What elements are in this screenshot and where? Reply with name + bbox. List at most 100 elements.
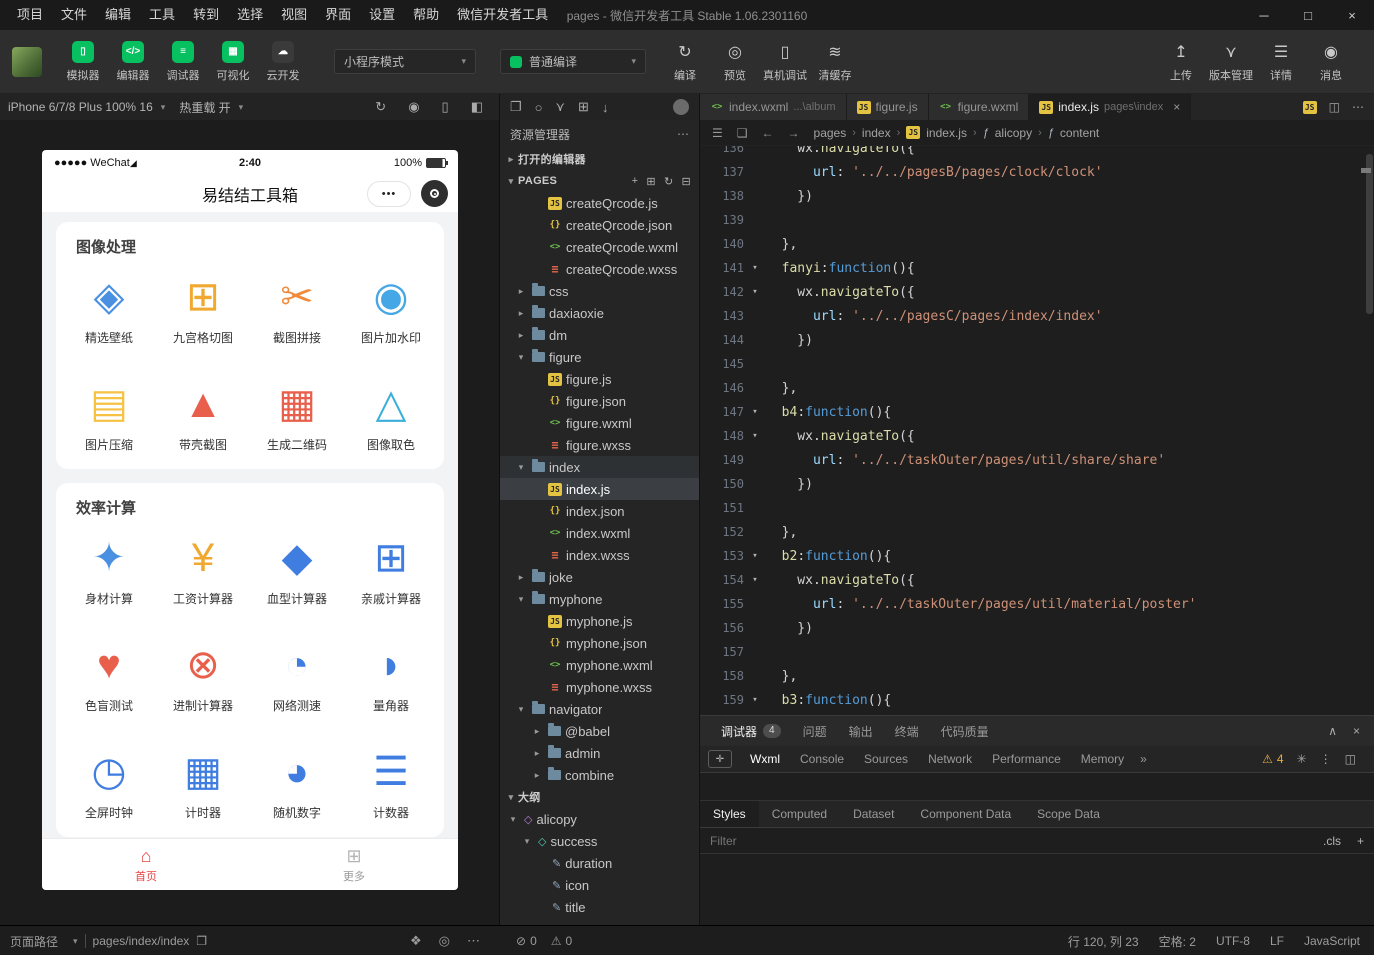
debugger-button[interactable]: ≡调试器	[158, 41, 208, 83]
code-line[interactable]: 142▾ wx.navigateTo({	[700, 280, 1366, 304]
code-line[interactable]: 146 },	[700, 376, 1366, 400]
cls-toggle[interactable]: .cls	[1323, 834, 1341, 848]
preview-button[interactable]: ◎预览	[710, 41, 760, 83]
tree-folder[interactable]: ▾myphone	[500, 588, 699, 610]
code-line[interactable]: 158 },	[700, 664, 1366, 688]
tree-file[interactable]: {}myphone.json	[500, 632, 699, 654]
tabbar-item[interactable]: ⊞更多	[250, 839, 458, 890]
tree-folder[interactable]: ▾navigator	[500, 698, 699, 720]
kebab-menu-icon[interactable]: ⋮	[1320, 752, 1332, 766]
maximize-icon[interactable]: □	[1286, 0, 1330, 30]
app-entry[interactable]: ◈精选壁纸	[62, 273, 156, 346]
dock-side-icon[interactable]: ◫	[1345, 752, 1356, 766]
outline-section[interactable]: ▾ 大纲	[500, 786, 699, 808]
device-frame-icon[interactable]: ▯	[442, 99, 449, 115]
outline-item[interactable]: ▾◇alicopy	[500, 808, 699, 830]
back-icon[interactable]: ←	[762, 126, 774, 140]
panel-tab[interactable]: 调试器4	[710, 716, 792, 746]
tree-file[interactable]: JSindex.js	[500, 478, 699, 500]
branch-icon[interactable]: ⋎	[556, 99, 566, 115]
devtools-tab[interactable]: Console	[790, 752, 854, 766]
app-entry[interactable]: ◗量角器	[344, 641, 438, 714]
scrollbar-thumb[interactable]	[1366, 154, 1373, 314]
fold-chevron-icon[interactable]: ▾	[744, 695, 766, 705]
menu-item[interactable]: 视图	[272, 0, 316, 30]
tree-file[interactable]: JScreateQrcode.js	[500, 192, 699, 214]
more-icon[interactable]: ⋯	[467, 933, 480, 949]
cloud-dev-button[interactable]: ☁云开发	[258, 41, 308, 83]
eol-setting[interactable]: LF	[1270, 934, 1284, 948]
account-avatar[interactable]	[673, 99, 689, 115]
tree-file[interactable]: <>myphone.wxml	[500, 654, 699, 676]
indent-setting[interactable]: 空格: 2	[1159, 933, 1196, 950]
open-editors-section[interactable]: ▸ 打开的编辑器	[500, 148, 699, 170]
code-line[interactable]: 148▾ wx.navigateTo({	[700, 424, 1366, 448]
grid-icon[interactable]: ⊞	[578, 99, 589, 115]
minimize-icon[interactable]: ─	[1242, 0, 1286, 30]
new-file-icon[interactable]: +	[632, 175, 639, 188]
code-line[interactable]: 143 url: '../../pagesC/pages/index/index…	[700, 304, 1366, 328]
breadcrumb-item[interactable]: pages	[814, 126, 847, 140]
rotate-screen-icon[interactable]: ◧	[471, 99, 483, 115]
overflow-chevron-icon[interactable]: »	[1134, 752, 1153, 766]
app-entry[interactable]: ◆血型计算器	[250, 534, 344, 607]
tree-file[interactable]: ≡myphone.wxss	[500, 676, 699, 698]
details-button[interactable]: ☰详情	[1256, 41, 1306, 83]
simulator-button[interactable]: ▯模拟器	[58, 41, 108, 83]
devtools-tab[interactable]: Memory	[1071, 752, 1134, 766]
tree-file[interactable]: JSmyphone.js	[500, 610, 699, 632]
panel-tab[interactable]: 代码质量	[930, 716, 1000, 746]
tree-file[interactable]: <>index.wxml	[500, 522, 699, 544]
page-path-label[interactable]: 页面路径	[10, 933, 58, 950]
panel-tab[interactable]: 终端	[884, 716, 930, 746]
tree-file[interactable]: ≡figure.wxss	[500, 434, 699, 456]
code-line[interactable]: 140 },	[700, 232, 1366, 256]
style-tab[interactable]: Computed	[759, 801, 840, 827]
collapse-all-icon[interactable]: ⊟	[681, 175, 691, 188]
close-tab-icon[interactable]: ×	[1173, 100, 1180, 114]
editor-tab[interactable]: <>index.wxml...\album	[700, 94, 847, 120]
app-entry[interactable]: △图像取色	[344, 380, 438, 453]
remote-debug-button[interactable]: ▯真机调试	[760, 41, 810, 83]
tree-file[interactable]: <>createQrcode.wxml	[500, 236, 699, 258]
compile-select[interactable]: 普通编译 ▾	[500, 49, 646, 74]
code-line[interactable]: 154▾ wx.navigateTo({	[700, 568, 1366, 592]
pages-section[interactable]: ▾ PAGES +⊞↻⊟	[500, 170, 699, 192]
split-editor-icon[interactable]: ◫	[1329, 100, 1340, 114]
code-line[interactable]: 151	[700, 496, 1366, 520]
list-icon[interactable]: ☰	[712, 126, 723, 140]
panel-tab[interactable]: 输出	[838, 716, 884, 746]
js-badge-icon[interactable]: JS	[1303, 101, 1317, 114]
add-style-button[interactable]: +	[1357, 834, 1364, 848]
debug-icon[interactable]: ❖	[410, 933, 422, 949]
code-line[interactable]: 137 url: '../../pagesB/pages/clock/clock…	[700, 160, 1366, 184]
compile-button[interactable]: ↻编译	[660, 41, 710, 83]
tree-file[interactable]: JSfigure.js	[500, 368, 699, 390]
app-entry[interactable]: ✦身材计算	[62, 534, 156, 607]
code-line[interactable]: 147▾ b4:function(){	[700, 400, 1366, 424]
new-folder-icon[interactable]: ⊞	[646, 175, 656, 188]
save-icon[interactable]: ↓	[602, 100, 609, 115]
menu-item[interactable]: 工具	[140, 0, 184, 30]
app-entry[interactable]: ▦计时器	[156, 748, 250, 821]
style-tab[interactable]: Styles	[700, 801, 759, 827]
fold-chevron-icon[interactable]: ▾	[744, 431, 766, 441]
devtools-tab[interactable]: Network	[918, 752, 982, 766]
menu-item[interactable]: 编辑	[96, 0, 140, 30]
bookmark-icon[interactable]: ❑	[737, 126, 748, 140]
code-line[interactable]: 149 url: '../../taskOuter/pages/util/sha…	[700, 448, 1366, 472]
outline-item[interactable]: ✎title	[500, 896, 699, 918]
app-entry[interactable]: ▲带壳截图	[156, 380, 250, 453]
tree-file[interactable]: {}createQrcode.json	[500, 214, 699, 236]
code-line[interactable]: 139	[700, 208, 1366, 232]
editor-scrollbar[interactable]	[1365, 146, 1374, 715]
menu-item[interactable]: 帮助	[404, 0, 448, 30]
app-entry[interactable]: ¥工资计算器	[156, 534, 250, 607]
style-tab[interactable]: Scope Data	[1024, 801, 1113, 827]
app-entry[interactable]: ♥色盲测试	[62, 641, 156, 714]
tree-file[interactable]: <>figure.wxml	[500, 412, 699, 434]
refresh-icon[interactable]: ↻	[664, 175, 674, 188]
menu-item[interactable]: 微信开发者工具	[448, 0, 557, 30]
outline-item[interactable]: ▾◇success	[500, 830, 699, 852]
hot-reload-toggle[interactable]: 热重载 开	[179, 99, 230, 116]
